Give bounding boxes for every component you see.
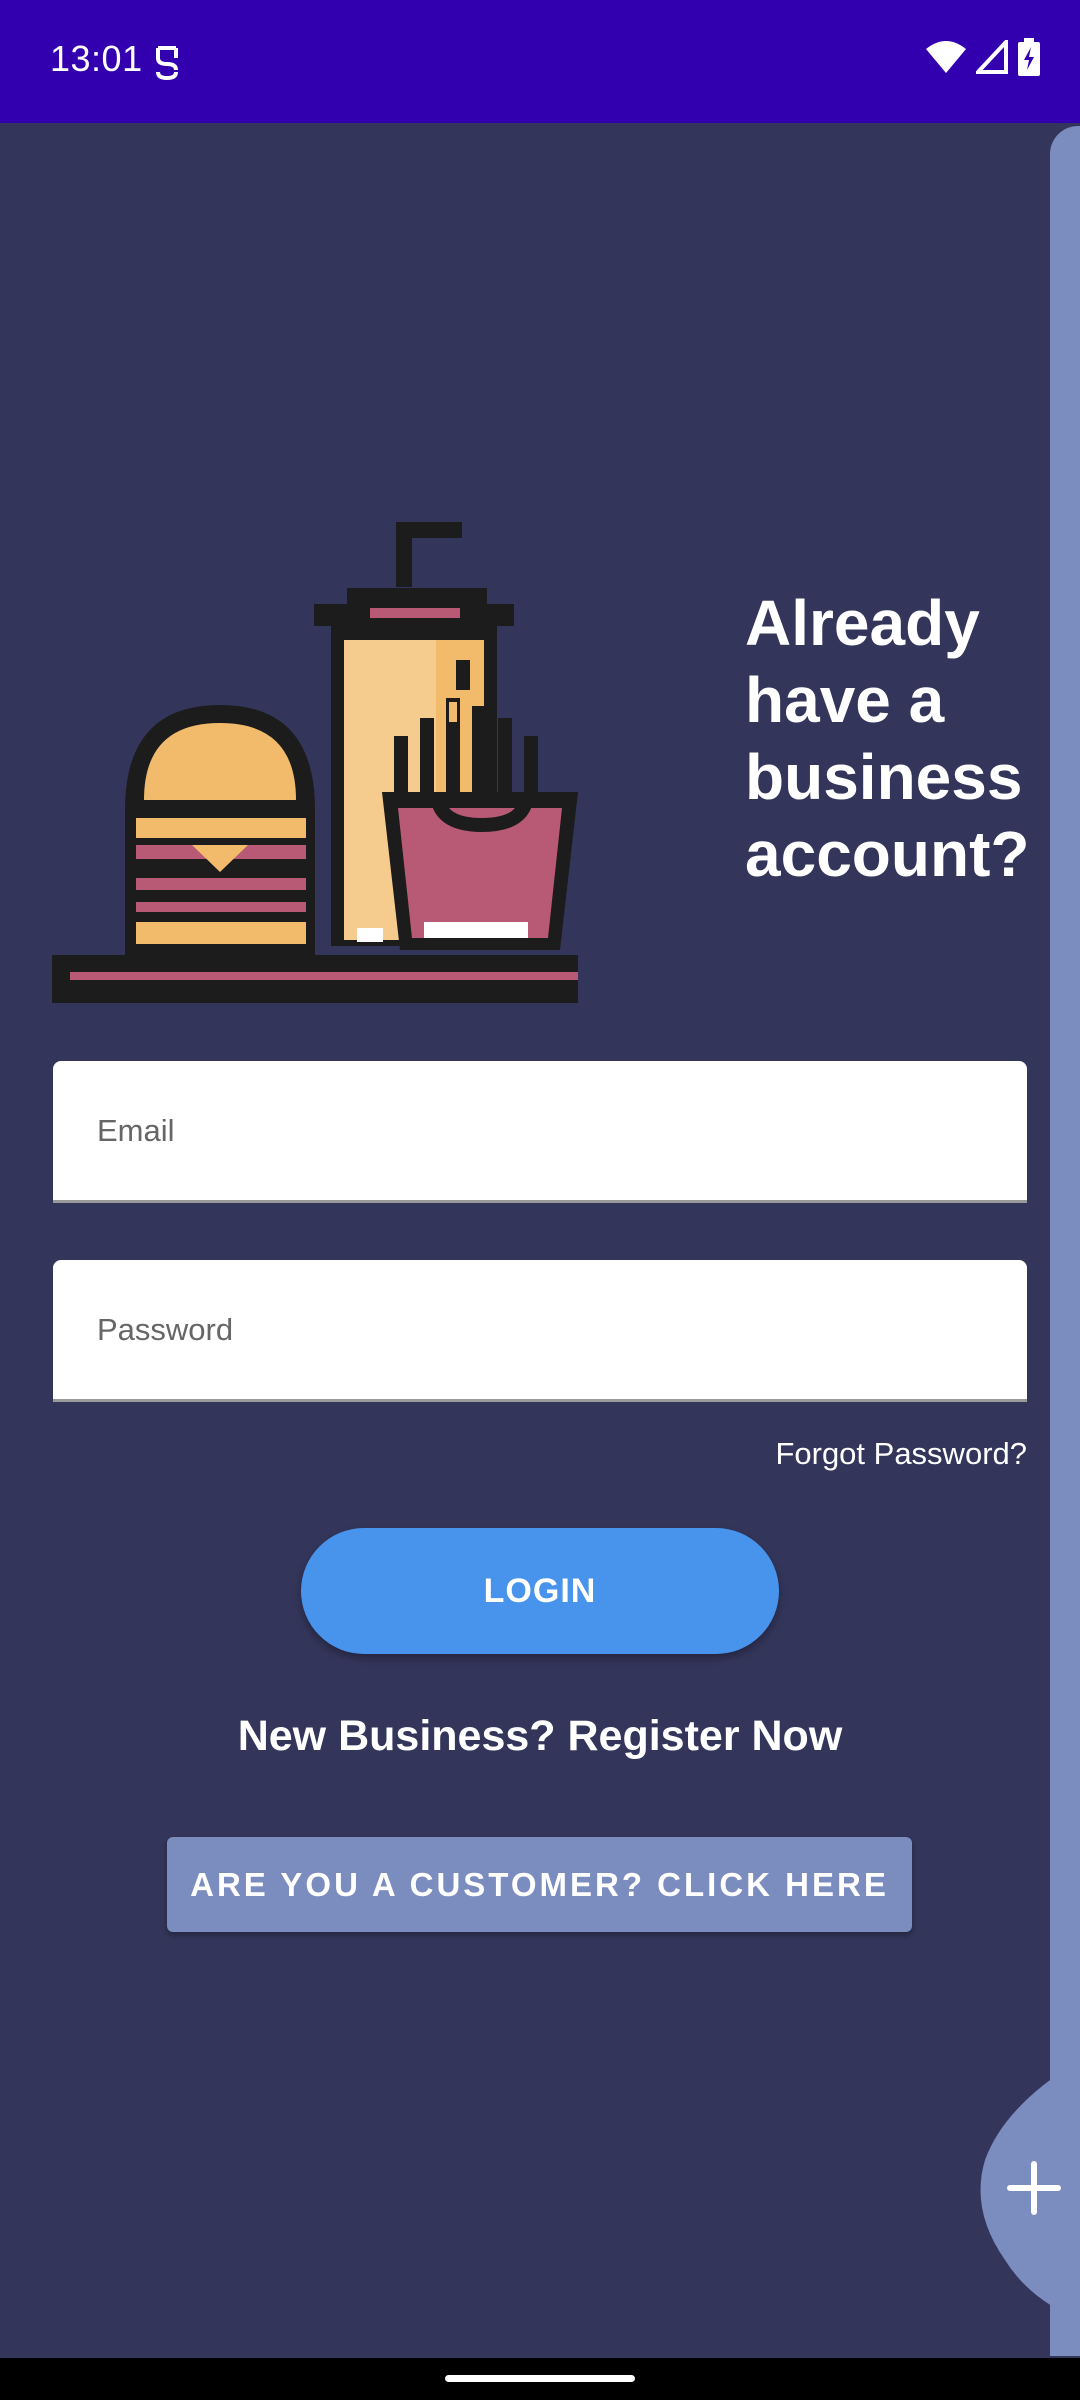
password-field[interactable] — [53, 1260, 1027, 1402]
email-field[interactable] — [53, 1061, 1027, 1203]
forgot-password-link[interactable]: Forgot Password? — [775, 1436, 1027, 1472]
password-input[interactable] — [95, 1306, 979, 1354]
sim-icon — [156, 46, 178, 81]
status-time: 13:01 — [50, 38, 143, 79]
login-button[interactable]: LOGIN — [301, 1528, 779, 1654]
register-link[interactable]: New Business? Register Now — [0, 1712, 1080, 1761]
wifi-icon — [926, 41, 966, 73]
battery-charging-icon — [1018, 38, 1040, 76]
status-bar: 13:01 — [0, 0, 1080, 123]
headline: Already have a business account? — [745, 587, 1030, 890]
home-handle[interactable] — [445, 2375, 635, 2382]
signal-icon — [976, 40, 1008, 74]
side-panel-edge — [1050, 126, 1080, 2356]
plus-icon[interactable] — [1006, 2160, 1062, 2216]
customer-button[interactable]: ARE YOU A CUSTOMER? CLICK HERE — [167, 1837, 912, 1932]
email-input[interactable] — [95, 1107, 979, 1155]
navigation-bar — [0, 2358, 1080, 2400]
status-icons — [926, 38, 1040, 76]
fast-food-illustration-icon — [52, 522, 578, 1003]
